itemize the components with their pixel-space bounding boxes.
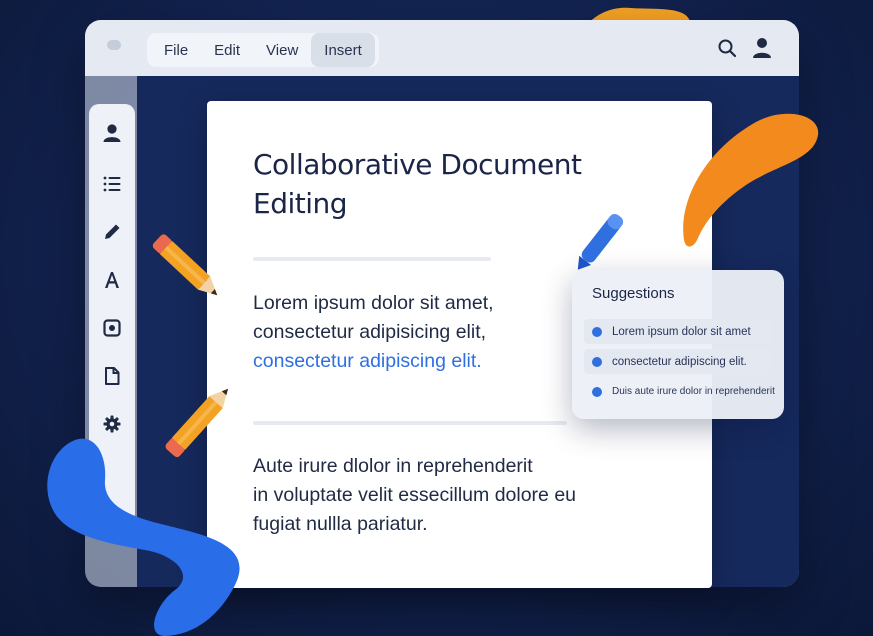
suggestion-item[interactable]: Duis aute irure dolor in reprehenderit [584, 379, 775, 404]
gear-icon[interactable] [102, 414, 122, 434]
divider [253, 257, 491, 261]
bullet-icon [592, 356, 602, 367]
menu-view[interactable]: View [253, 33, 311, 67]
pencil-icon [152, 234, 218, 296]
suggestion-item[interactable]: consectetur adipiscing elit. [584, 349, 772, 374]
suggestion-text: Lorem ipsum dolor sit amet [612, 325, 751, 338]
window-control[interactable] [107, 40, 121, 50]
blue-blob [47, 438, 240, 636]
orange-swoosh [683, 113, 819, 247]
paragraph-line: Lorem ipsum dolor sit amet, [253, 292, 494, 314]
document-icon[interactable] [102, 366, 122, 386]
menu-insert[interactable]: Insert [311, 33, 375, 67]
menu-bar: File Edit View Insert [147, 33, 379, 67]
text-format-icon[interactable] [102, 270, 122, 290]
suggestion-text: Duis aute irure dolor in reprehenderit [612, 386, 775, 397]
title-bar: File Edit View Insert [85, 20, 799, 76]
image-icon[interactable] [102, 318, 122, 338]
list-icon[interactable] [102, 174, 122, 194]
pen-icon [577, 214, 624, 270]
bullet-icon [592, 326, 602, 337]
divider [253, 421, 567, 425]
paragraph-line: fugiat nullla pariatur. [253, 513, 428, 535]
document-title[interactable]: Collaborative Document Editing [253, 145, 613, 223]
suggestions-panel: Suggestions Lorem ipsum dolor sit amet c… [572, 270, 784, 419]
paragraph-2[interactable]: Aute irure dlolor in reprehenderit in vo… [253, 452, 576, 539]
search-icon[interactable] [717, 38, 737, 58]
suggestion-text: consectetur adipiscing elit. [612, 355, 747, 368]
pen-icon[interactable] [102, 222, 122, 242]
paragraph-1[interactable]: Lorem ipsum dolor sit amet, consectetur … [253, 289, 494, 376]
user-icon[interactable] [102, 123, 122, 143]
highlighted-text[interactable]: consectetur adipiscing elit. [253, 347, 494, 376]
paragraph-line: Aute irure dlolor in reprehenderit [253, 455, 533, 477]
user-icon[interactable] [752, 37, 772, 59]
menu-edit[interactable]: Edit [201, 33, 253, 67]
suggestions-title: Suggestions [592, 285, 675, 302]
menu-file[interactable]: File [151, 33, 201, 67]
suggestion-item[interactable]: Lorem ipsum dolor sit amet [584, 319, 772, 344]
paragraph-line: in voluptate velit essecillum dolore eu [253, 484, 577, 506]
paragraph-line: consectetur adipisicing elit, [253, 321, 487, 343]
bullet-icon [592, 386, 602, 397]
